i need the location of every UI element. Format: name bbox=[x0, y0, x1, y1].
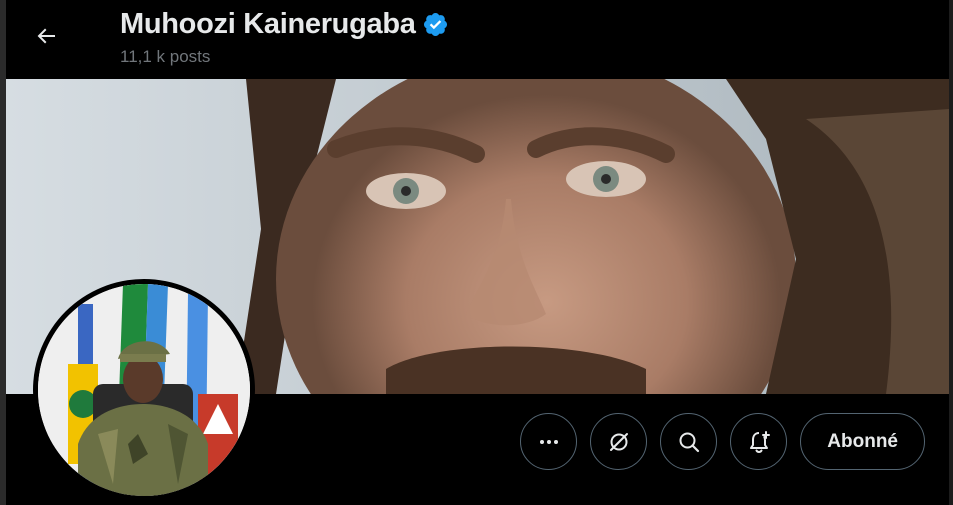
profile-page: Muhoozi Kainerugaba 11,1 k posts Abonné bbox=[0, 0, 953, 505]
more-horizontal-icon bbox=[539, 439, 558, 444]
profile-actions: Abonné bbox=[520, 413, 925, 470]
profile-name: Muhoozi Kainerugaba bbox=[120, 8, 416, 40]
notifications-button[interactable] bbox=[730, 413, 788, 470]
more-button[interactable] bbox=[520, 413, 578, 470]
bell-plus-icon bbox=[749, 430, 770, 453]
search-icon bbox=[679, 432, 699, 452]
search-button[interactable] bbox=[660, 413, 718, 470]
avatar-image bbox=[38, 284, 250, 496]
verified-badge-icon[interactable] bbox=[422, 11, 449, 38]
back-button[interactable] bbox=[26, 16, 66, 56]
avatar-photo bbox=[38, 284, 250, 496]
header-title: Muhoozi Kainerugaba 11,1 k posts bbox=[120, 6, 449, 67]
profile-avatar[interactable] bbox=[33, 279, 255, 501]
arrow-left-icon bbox=[37, 28, 55, 44]
profile-header: Muhoozi Kainerugaba 11,1 k posts bbox=[6, 0, 949, 79]
grok-button[interactable] bbox=[590, 413, 648, 470]
window-edge-right bbox=[949, 0, 953, 505]
following-button[interactable]: Abonné bbox=[800, 413, 925, 470]
post-count: 11,1 k posts bbox=[120, 47, 211, 66]
grok-icon bbox=[609, 432, 628, 451]
name-row: Muhoozi Kainerugaba bbox=[120, 6, 449, 42]
